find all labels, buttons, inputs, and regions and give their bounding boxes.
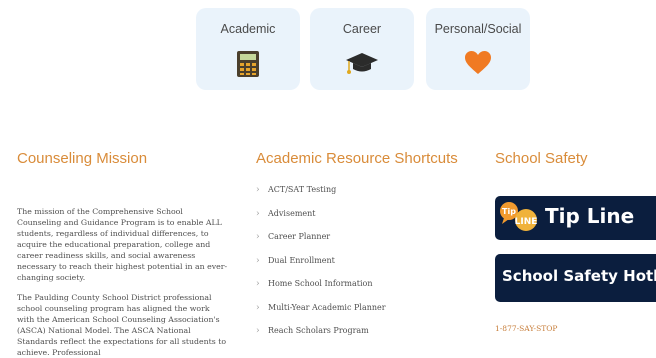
shortcut-link-label: ACT/SAT Testing xyxy=(268,185,337,194)
shortcut-links-list: › ACT/SAT Testing › Advisement › Career Pla… xyxy=(256,180,456,345)
calculator-icon xyxy=(237,51,259,77)
chevron-right-icon: › xyxy=(256,279,260,289)
shortcut-link-dual-enrollment[interactable]: › Dual Enrollment xyxy=(256,251,456,275)
shortcut-link-label: Home School Information xyxy=(268,279,373,288)
tip-badge-bottom: LINE xyxy=(515,217,538,227)
academic-shortcuts-heading: Academic Resource Shortcuts xyxy=(256,150,458,167)
shortcut-link-label: Multi-Year Academic Planner xyxy=(268,302,386,312)
chevron-right-icon: › xyxy=(256,232,260,242)
chevron-right-icon: › xyxy=(256,326,260,336)
chevron-right-icon: › xyxy=(256,255,260,266)
mission-paragraph-2: The Paulding County School District prof… xyxy=(17,293,227,357)
school-safety-heading: School Safety xyxy=(495,150,588,167)
safety-phone-number[interactable]: 1-877-SAY-STOP xyxy=(495,324,557,333)
academic-card-label: Academic xyxy=(220,22,276,36)
shortcut-link-act-sat[interactable]: › ACT/SAT Testing xyxy=(256,180,456,204)
tip-line-logo-icon: Tip LINE xyxy=(500,202,538,231)
academic-card[interactable]: Academic xyxy=(196,8,300,90)
hotline-label: School Safety Hotline xyxy=(502,267,656,285)
heart-icon xyxy=(465,51,491,74)
shortcut-link-label: Advisement xyxy=(268,208,316,218)
graduation-cap-icon xyxy=(346,53,378,74)
shortcut-link-label: Reach Scholars Program xyxy=(268,326,369,335)
tip-line-button[interactable]: Tip LINE Tip Line xyxy=(495,196,656,240)
chevron-right-icon: › xyxy=(256,302,260,313)
personal-social-card[interactable]: Personal/Social xyxy=(426,8,530,90)
chevron-right-icon: › xyxy=(256,185,260,195)
shortcut-link-label: Career Planner xyxy=(268,232,331,241)
chevron-right-icon: › xyxy=(256,208,260,219)
tip-line-label: Tip Line xyxy=(545,204,635,228)
career-card-label: Career xyxy=(342,22,382,36)
shortcut-link-reach-scholars[interactable]: › Reach Scholars Program xyxy=(256,321,456,345)
shortcut-link-multi-year-planner[interactable]: › Multi-Year Academic Planner xyxy=(256,298,456,322)
personal-social-card-label: Personal/Social xyxy=(434,22,522,36)
shortcut-link-advisement[interactable]: › Advisement xyxy=(256,204,456,228)
counseling-mission-heading: Counseling Mission xyxy=(17,150,148,167)
shortcut-link-label: Dual Enrollment xyxy=(268,255,335,265)
shortcut-link-career-planner[interactable]: › Career Planner xyxy=(256,227,456,251)
tip-badge-top: Tip xyxy=(502,207,516,216)
mission-paragraph-1: The mission of the Comprehensive School … xyxy=(17,207,228,282)
school-safety-hotline-button[interactable]: School Safety Hotline xyxy=(495,254,656,302)
career-card[interactable]: Career xyxy=(310,8,414,90)
shortcut-link-home-school[interactable]: › Home School Information xyxy=(256,274,456,298)
